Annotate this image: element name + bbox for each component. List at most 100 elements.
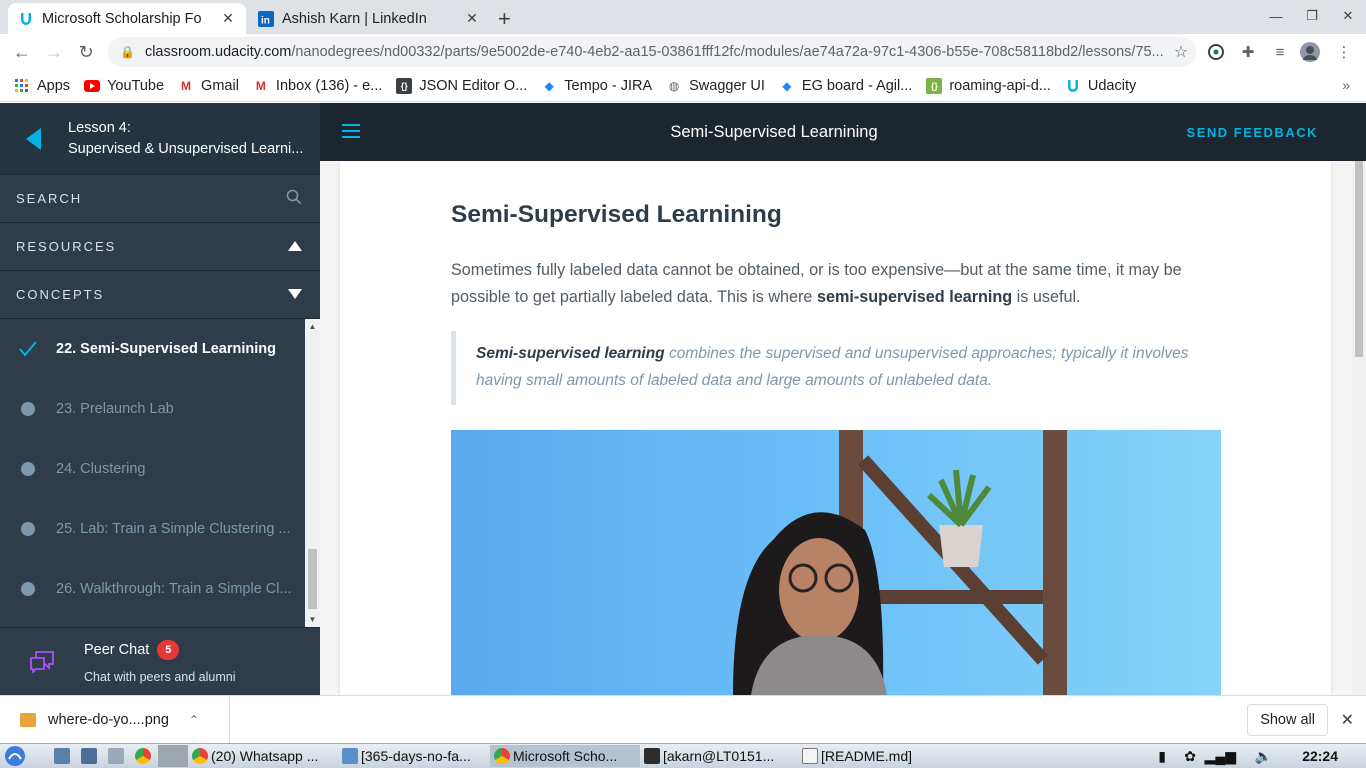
lesson-header[interactable]: Lesson 4: Supervised & Unsupervised Lear… [0, 103, 320, 175]
scroll-up-icon[interactable]: ▲ [305, 319, 320, 334]
chrome-launcher-icon[interactable] [131, 745, 158, 767]
start-menu-icon[interactable] [0, 745, 50, 767]
show-desktop-icon[interactable] [50, 745, 77, 767]
window-switch-icon[interactable] [104, 745, 131, 767]
concept-item-25[interactable]: 25. Lab: Train a Simple Clustering ... [0, 499, 305, 559]
resources-label: RESOURCES [16, 239, 117, 254]
scrollbar-thumb[interactable] [308, 549, 317, 609]
close-window-icon[interactable]: ✕ [1330, 0, 1366, 32]
bookmark-swagger[interactable]: ◍ Swagger UI [666, 78, 765, 94]
content-area: Semi-Supervised Learnining Sometimes ful… [320, 161, 1352, 695]
lesson-sidebar: Lesson 4: Supervised & Unsupervised Lear… [0, 103, 320, 695]
send-feedback-button[interactable]: SEND FEEDBACK [1187, 125, 1318, 140]
gmail-icon: M [181, 78, 192, 93]
bookmark-label: Apps [37, 77, 71, 94]
bookmark-apps[interactable]: Apps [14, 78, 70, 94]
terminal-icon [644, 748, 660, 764]
minimize-icon[interactable]: ― [1258, 0, 1294, 32]
reload-icon[interactable]: ↻ [74, 40, 98, 64]
chrome-icon [192, 748, 208, 764]
signal-icon[interactable]: ▂▄▆ [1201, 745, 1240, 767]
more-menu-icon[interactable]: ⋮ [1334, 42, 1354, 62]
close-icon[interactable]: ✕ [462, 10, 482, 27]
system-clock: 22:24 [1302, 748, 1338, 764]
extension-icon[interactable] [1206, 42, 1226, 62]
concept-label: 23. Prelaunch Lab [56, 401, 174, 417]
taskbar-item-whatsapp[interactable]: (20) Whatsapp ... [188, 745, 338, 767]
volume-icon[interactable]: 🔈 [1251, 745, 1276, 767]
workspace-indicator[interactable] [158, 745, 188, 767]
json-icon: {} [396, 77, 413, 94]
jira-icon: ◆ [544, 78, 554, 93]
concept-label: 24. Clustering [56, 461, 146, 477]
bookmark-tempo-jira[interactable]: ◆ Tempo - JIRA [541, 78, 652, 94]
concept-label: 22. Semi-Supervised Learnining [56, 341, 276, 357]
url-host: classroom.udacity.com [144, 44, 292, 60]
back-icon[interactable]: ← [10, 40, 34, 64]
bookmark-roaming-api[interactable]: {} roaming-api-d... [926, 77, 1051, 94]
bookmark-inbox[interactable]: M Inbox (136) - e... [253, 78, 382, 94]
bookmark-udacity[interactable]: Udacity [1065, 78, 1136, 94]
concept-item-22[interactable]: 22. Semi-Supervised Learnining [0, 319, 305, 379]
close-icon[interactable]: ✕ [218, 10, 238, 27]
chevron-down-icon[interactable] [288, 287, 302, 302]
concept-item-24[interactable]: 24. Clustering [0, 439, 305, 499]
peer-chat[interactable]: Peer Chat 5 Chat with peers and alumni [0, 627, 320, 695]
puzzle-extensions-icon[interactable]: ✚ [1238, 42, 1258, 62]
scroll-down-icon[interactable]: ▼ [305, 612, 320, 627]
swagger-icon: ◍ [668, 78, 680, 93]
concept-item-23[interactable]: 23. Prelaunch Lab [0, 379, 305, 439]
battery-icon[interactable]: ▮ [1154, 745, 1170, 767]
taskbar-item-microsoft-scholarship[interactable]: Microsoft Scho... [490, 745, 640, 767]
resources-row[interactable]: RESOURCES [0, 223, 320, 271]
text-editor-icon [802, 748, 818, 764]
bookmark-gmail[interactable]: M Gmail [178, 78, 239, 94]
search-row[interactable]: SEARCH [0, 175, 320, 223]
calculator-icon[interactable] [77, 745, 104, 767]
browser-toolbar: ← → ↻ 🔒 classroom.udacity.com /nanodegre… [0, 34, 1366, 70]
network-status-icon[interactable]: ✿ [1180, 745, 1200, 767]
taskbar-item-readme[interactable]: [README.md] [798, 745, 928, 767]
definition-blockquote: Semi-supervised learning combines the su… [451, 331, 1221, 405]
tab-linkedin[interactable]: in Ashish Karn | LinkedIn ✕ [248, 3, 490, 34]
download-item[interactable]: where-do-yo....png ⌃ [0, 695, 230, 744]
forward-icon[interactable]: → [42, 40, 66, 64]
profile-avatar-icon[interactable] [1300, 42, 1320, 62]
chrome-icon [494, 748, 510, 764]
tab-microsoft-scholarship[interactable]: Microsoft Scholarship Fo ✕ [8, 3, 246, 34]
scrollbar-thumb[interactable] [1355, 161, 1363, 357]
lesson-number: Lesson 4: [68, 119, 131, 136]
show-all-button[interactable]: Show all [1247, 704, 1328, 736]
bookmark-youtube[interactable]: YouTube [84, 78, 164, 94]
close-icon[interactable]: ✕ [1341, 710, 1354, 730]
lock-icon[interactable]: 🔒 [120, 45, 135, 59]
bookmark-star-icon[interactable]: ☆ [1166, 42, 1196, 62]
content-scrollbar[interactable] [1352, 161, 1366, 695]
bookmark-label: YouTube [107, 77, 165, 94]
media-control-icon[interactable]: ≡ [1270, 42, 1290, 62]
bookmark-eg-board[interactable]: ◆ EG board - Agil... [779, 78, 912, 94]
concepts-row[interactable]: CONCEPTS [0, 271, 320, 319]
unread-badge: 5 [157, 639, 180, 660]
maximize-icon[interactable]: ❐ [1294, 0, 1330, 32]
bookmark-label: Tempo - JIRA [564, 77, 653, 94]
address-bar[interactable]: 🔒 classroom.udacity.com /nanodegrees/nd0… [108, 37, 1196, 67]
tab-strip: Microsoft Scholarship Fo ✕ in Ashish Kar… [0, 0, 1366, 34]
taskbar-item-terminal[interactable]: [akarn@LT0151... [640, 745, 798, 767]
sidebar-scrollbar[interactable]: ▲ ▼ [305, 319, 320, 627]
unvisited-dot-icon [21, 462, 35, 476]
new-tab-icon[interactable]: + [498, 6, 511, 32]
back-arrow-icon[interactable] [0, 127, 68, 150]
chevron-up-icon[interactable]: ⌃ [189, 713, 199, 727]
search-icon[interactable] [286, 189, 302, 208]
concept-item-26[interactable]: 26. Walkthrough: Train a Simple Cl... [0, 559, 305, 619]
concepts-label: CONCEPTS [16, 287, 105, 302]
bookmark-json-editor[interactable]: {} JSON Editor O... [396, 77, 527, 94]
bookmark-label: Swagger UI [689, 77, 765, 94]
folder-icon [342, 748, 358, 764]
taskbar-item-365-days[interactable]: [365-days-no-fa... [338, 745, 490, 767]
linkedin-icon: in [258, 10, 274, 27]
lesson-video[interactable] [451, 430, 1221, 695]
chevron-up-icon[interactable] [288, 239, 302, 254]
bookmarks-overflow-icon[interactable]: » [1342, 77, 1350, 93]
